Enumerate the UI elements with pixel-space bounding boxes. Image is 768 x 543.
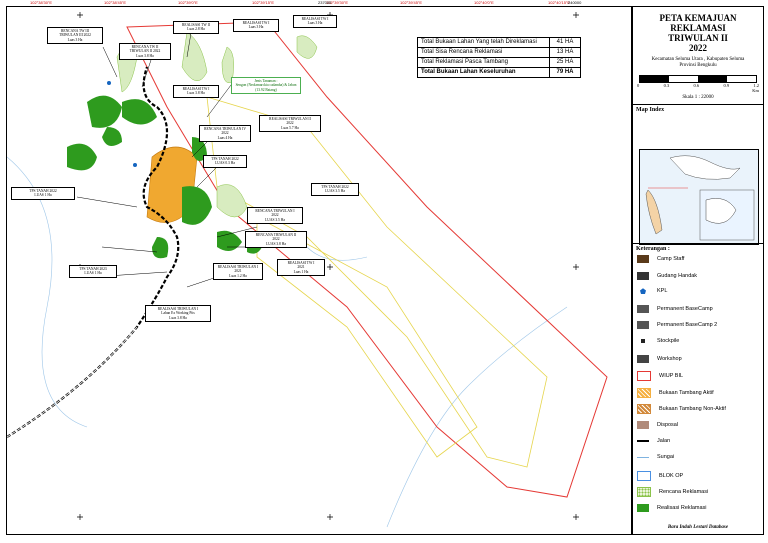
coordinate-tick: 102°40'0"E bbox=[474, 0, 494, 5]
legend-item: Bukaan Tambang Aktif bbox=[637, 387, 714, 398]
map-label[interactable]: REALISASI TRIWULAN I Lahan Ex Working Pi… bbox=[145, 305, 211, 322]
map-label[interactable]: RENCANA TRIWULAN II 2022 LUAS 3.8 Ha bbox=[245, 231, 307, 248]
legend-item: Camp Staff bbox=[637, 255, 684, 263]
map-label[interactable]: REALISASI TW II Luas 2.8 Ha bbox=[173, 21, 219, 34]
coordinate-tick: 102°40'15"E bbox=[548, 0, 571, 5]
stats-row: Total Reklamasi Pasca Tambang 25 HA bbox=[418, 58, 580, 68]
stats-row: Total Bukaan Lahan Yang telah Direklamas… bbox=[418, 38, 580, 48]
map-label[interactable]: TPS TANAH 2023 LUAS 1 Ha bbox=[69, 265, 117, 278]
square-icon bbox=[641, 339, 645, 343]
legend-label: Gudang Handak bbox=[657, 272, 698, 279]
stats-row: Total Sisa Rencana Reklamasi 13 HA bbox=[418, 48, 580, 58]
map-index-heading: Map Index bbox=[633, 104, 763, 115]
legend-label: Stockpile bbox=[657, 338, 680, 344]
map-label[interactable]: TPS TANAH 2022 LUAS 0.3 Ha bbox=[203, 155, 247, 168]
coordinate-tick: 102°38'45"E bbox=[104, 0, 127, 5]
map-index-inset[interactable] bbox=[639, 149, 759, 245]
legend-label: Bukaan Tambang Aktif bbox=[659, 389, 714, 396]
coordinate-tick: 102°38'30"E bbox=[30, 0, 53, 5]
map-label[interactable]: REALISASI TW I Luas 3 Ha bbox=[233, 19, 279, 32]
legend-label: Camp Staff bbox=[657, 256, 685, 262]
footer-credit: Bara Indah Lestari Database bbox=[667, 525, 729, 530]
scale-label: Skala 1 : 22000 bbox=[682, 95, 714, 100]
coordinate-tick: 102°39'15"E bbox=[252, 0, 275, 5]
map-label[interactable]: RENCANA TRIWULAN IV 2022 Luas 4 Ha bbox=[199, 125, 251, 142]
map-label[interactable]: REALISASI TRIWULAN II 2022 Luas 5.7 Ha bbox=[259, 115, 321, 132]
index-map-drawing bbox=[645, 155, 755, 241]
outline-blue bbox=[637, 470, 651, 481]
legend-item: Stockpile bbox=[637, 338, 679, 344]
legend-item: WIUP BIL bbox=[637, 371, 684, 382]
legend-item: Jalan bbox=[637, 438, 670, 444]
legend-panel: PETA KEMAJUAN REKLAMASI TRIWULAN II 2022… bbox=[632, 6, 764, 535]
legend-item: KPL bbox=[637, 288, 668, 295]
line-blue bbox=[637, 456, 649, 458]
map-label[interactable]: Jenis Tanaman : Sengon (Neolamarckia cad… bbox=[231, 77, 301, 94]
map-canvas[interactable]: Total Bukaan Lahan Yang telah Direklamas… bbox=[6, 6, 632, 535]
legend-label: Permanent BaseCamp 2 bbox=[657, 322, 718, 329]
scale-unit: Km bbox=[752, 88, 759, 93]
map-label[interactable]: RENCANA TRIWULAN I 2022 LUAS 3.5 Ha bbox=[247, 207, 303, 224]
grid-tick: 240000 bbox=[568, 0, 582, 5]
legend-label: Jalan bbox=[657, 437, 671, 444]
hatch-brown bbox=[637, 404, 651, 415]
map-label[interactable]: TPS TANAH 2022 LUAS 1 Ha bbox=[11, 187, 75, 200]
map-label[interactable]: RENCANA TW II TRIWULAN II 2022 Luas 3.8 … bbox=[119, 43, 171, 60]
dots-green bbox=[637, 487, 651, 498]
legend-item: Disposal bbox=[637, 421, 678, 429]
grid-tick: 237000 bbox=[318, 0, 332, 5]
stats-row: Total Bukaan Lahan Keseluruhan 79 HA bbox=[418, 68, 580, 77]
pentagon-icon bbox=[640, 288, 646, 295]
basecamp-icon bbox=[637, 321, 649, 330]
coordinate-tick: 102°39'45"E bbox=[400, 0, 423, 5]
legend-heading: Keterangan : bbox=[633, 243, 763, 254]
legend-label: Disposal bbox=[657, 422, 679, 428]
fill-brown bbox=[637, 421, 649, 429]
hatch-orange bbox=[637, 387, 651, 398]
legend-label: WIUP BIL bbox=[659, 373, 684, 380]
map-label[interactable]: TPS TANAH 2022 LUAS 3.5 Ha bbox=[311, 183, 359, 196]
warehouse-icon bbox=[637, 271, 649, 280]
map-label[interactable]: REALISASI TW I Luas 3.8 Ha bbox=[173, 85, 219, 98]
map-location: Kecamatan Seluma Utara , Kabupaten Selum… bbox=[651, 57, 745, 68]
map-label[interactable]: RENCANA TW III TRIWULAN III 2022 Luas 3 … bbox=[47, 27, 103, 44]
map-label[interactable]: REALISASI TRIWULAN I 2021 Luas 1.2 Ha bbox=[213, 263, 263, 280]
legend-item: Rencana Reklamasi bbox=[637, 487, 709, 498]
grid-crosses bbox=[77, 12, 579, 520]
legend-label: Realisasi Reklamasi bbox=[657, 505, 707, 511]
legend-label: BLOK OP bbox=[659, 472, 684, 479]
legend-item: Sungai bbox=[637, 454, 674, 460]
legend-label: Rencana Reklamasi bbox=[659, 489, 709, 496]
fill-green bbox=[637, 504, 649, 512]
map-sheet: 102°38'30"E 102°38'45"E 102°39'0"E 102°39'1… bbox=[0, 0, 768, 543]
legend-label: Permanent BaseCamp bbox=[657, 305, 713, 312]
coordinate-tick: 102°39'0"E bbox=[178, 0, 198, 5]
workshop-icon bbox=[637, 354, 649, 363]
legend-item: BLOK OP bbox=[637, 470, 684, 481]
legend-item: Permanent BaseCamp bbox=[637, 304, 713, 313]
legend-label: KPL bbox=[657, 288, 668, 295]
legend-label: Bukaan Tambang Non-Aktif bbox=[659, 406, 726, 413]
map-label[interactable]: REALISASI TW I Luas 3 Ha bbox=[293, 15, 337, 28]
legend-item: Realisasi Reklamasi bbox=[637, 504, 707, 512]
basecamp-icon bbox=[637, 304, 649, 313]
legend-item: Gudang Handak bbox=[637, 271, 698, 280]
legend-label: Workshop bbox=[657, 355, 682, 362]
legend-item: Workshop bbox=[637, 354, 682, 363]
map-label[interactable]: REALISASI TW I 2021 Luas 1 Ha bbox=[277, 259, 325, 276]
house-icon bbox=[637, 255, 649, 263]
map-title: PETA KEMAJUAN REKLAMASI TRIWULAN II 2022 bbox=[659, 13, 737, 53]
dash-line bbox=[637, 439, 649, 442]
outline-red bbox=[637, 371, 651, 382]
legend-item: Bukaan Tambang Non-Aktif bbox=[637, 404, 726, 415]
reclamation-stats-table: Total Bukaan Lahan Yang telah Direklamas… bbox=[417, 37, 581, 78]
legend-item: Permanent BaseCamp 2 bbox=[637, 321, 718, 330]
legend-label: Sungai bbox=[657, 454, 675, 461]
scale-bar bbox=[639, 75, 757, 83]
